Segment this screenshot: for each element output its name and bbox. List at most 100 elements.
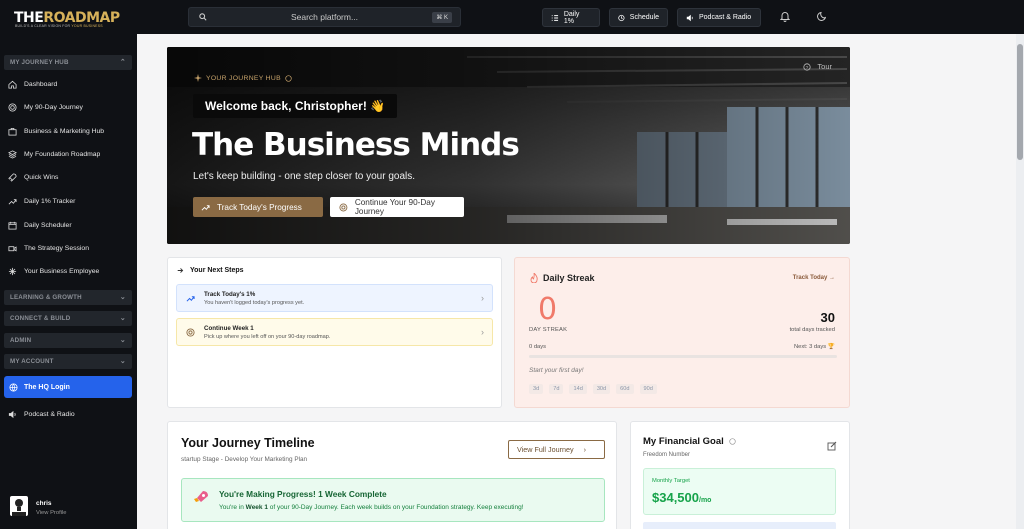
sidebar-item-daily-tracker[interactable]: Daily 1% Tracker: [8, 194, 132, 208]
view-full-journey-button[interactable]: View Full Journey ›: [508, 440, 605, 459]
streak-label: DAY STREAK: [529, 327, 568, 333]
hero-title: The Business Minds: [192, 127, 520, 163]
sidebar-item-dashboard[interactable]: Dashboard: [8, 77, 132, 91]
monthly-target-label: Monthly Target: [652, 478, 690, 484]
track-today-link[interactable]: Track Today →: [793, 275, 835, 281]
track-progress-button[interactable]: Track Today's Progress: [193, 197, 323, 217]
monthly-target-box: Monthly Target $34,500/mo: [643, 468, 836, 515]
financial-goal-card: My Financial Goal Freedom Number Monthly…: [630, 421, 850, 529]
clock-icon: [618, 14, 625, 21]
hero-subtitle: Let's keep building - one step closer to…: [193, 171, 416, 182]
moon-icon[interactable]: [817, 11, 827, 21]
sidebar-item-hq-login[interactable]: The HQ Login: [4, 376, 132, 398]
progress-banner: You're Making Progress! 1 Week Complete …: [181, 478, 605, 522]
sparkle-icon: [194, 74, 202, 82]
help-circle-icon[interactable]: [285, 74, 292, 82]
section-label: MY JOURNEY HUB: [10, 59, 69, 66]
next-step-continue-week[interactable]: Continue Week 1 Pick up where you left o…: [176, 318, 493, 346]
briefcase-icon: [8, 127, 17, 136]
tour-button[interactable]: ? Tour: [803, 62, 832, 71]
milestone-pill: 30d: [592, 384, 611, 394]
target-icon: [8, 102, 17, 112]
current-week: Week 1: [245, 504, 268, 511]
next-step-track-today[interactable]: Track Today's 1% You haven't logged toda…: [176, 284, 493, 312]
search-bar[interactable]: ⌘ K: [188, 7, 461, 27]
schedule-label: Schedule: [629, 14, 659, 21]
podcast-radio-button[interactable]: Podcast & Radio: [677, 8, 761, 27]
profile-name: chris: [36, 500, 52, 507]
continue-journey-label: Continue Your 90-Day Journey: [354, 198, 435, 216]
arrow-right-icon: [177, 268, 184, 273]
trending-up-icon: [186, 296, 195, 302]
bell-icon[interactable]: [780, 11, 790, 22]
sparkle-icon: [8, 267, 17, 275]
section-label: MY ACCOUNT: [10, 358, 54, 365]
daily-tracker-button[interactable]: Daily 1%: [542, 8, 600, 27]
sidebar-item-business-employee[interactable]: Your Business Employee: [8, 264, 132, 278]
sidebar-section-learning-growth[interactable]: LEARNING & GROWTH ⌄: [4, 290, 132, 305]
streak-title: Daily Streak: [543, 273, 595, 283]
hero-kicker-label: YOUR JOURNEY HUB: [206, 74, 281, 82]
next-step-title: Track Today's 1%: [204, 291, 256, 298]
timeline-title: Your Journey Timeline: [181, 436, 315, 450]
top-bar: THEROADMAP BUILD'S A CLEAR VISION FOR YO…: [0, 0, 1024, 34]
flame-icon: [530, 273, 538, 283]
sidebar-section-journey-hub[interactable]: MY JOURNEY HUB ⌃: [4, 55, 132, 70]
milestone-pill: 60d: [616, 384, 634, 394]
brand-logo[interactable]: THEROADMAP BUILD'S A CLEAR VISION FOR YO…: [0, 0, 137, 34]
chevron-right-icon: ›: [583, 445, 587, 454]
streak-days-text: 0 days: [529, 344, 547, 350]
search-input[interactable]: [189, 12, 460, 22]
trending-up-icon: [8, 198, 17, 204]
chevron-right-icon: ›: [481, 327, 484, 337]
financial-goal-title: My Financial Goal: [643, 436, 724, 447]
page-scrollbar[interactable]: [1016, 34, 1024, 529]
timeline-subtitle: startup Stage - Develop Your Marketing P…: [181, 456, 308, 463]
sidebar-item-label: Your Business Employee: [24, 267, 100, 275]
continue-journey-button[interactable]: Continue Your 90-Day Journey: [330, 197, 464, 217]
search-shortcut: ⌘ K: [432, 12, 452, 23]
edit-icon[interactable]: [827, 441, 837, 451]
scrollbar-thumb[interactable]: [1017, 44, 1023, 160]
next-step-subtitle: Pick up where you left off on your 90-da…: [204, 334, 331, 340]
journey-timeline-card: Your Journey Timeline startup Stage - De…: [167, 421, 617, 529]
chevron-down-icon: ⌄: [119, 294, 126, 301]
sidebar-item-label: Dashboard: [24, 80, 58, 88]
sidebar-item-label: Daily Scheduler: [24, 221, 72, 229]
rocket-icon: [8, 172, 17, 182]
speaker-icon: [686, 14, 693, 21]
sidebar-item-strategy-session[interactable]: The Strategy Session: [8, 241, 132, 255]
sidebar-item-label: Podcast & Radio: [24, 410, 75, 418]
sidebar-item-business-marketing-hub[interactable]: Business & Marketing Hub: [8, 124, 132, 138]
daily-tracker-label: Daily 1%: [563, 10, 580, 25]
schedule-button[interactable]: Schedule: [609, 8, 668, 27]
sidebar-item-foundation-roadmap[interactable]: My Foundation Roadmap: [8, 147, 132, 161]
chevron-down-icon: ⌄: [119, 358, 126, 365]
daily-streak-card: Daily Streak Track Today → 0 DAY STREAK …: [514, 257, 850, 408]
user-profile[interactable]: chris View Profile: [10, 496, 67, 516]
sidebar-item-daily-scheduler[interactable]: Daily Scheduler: [8, 218, 132, 232]
sidebar-item-quick-wins[interactable]: Quick Wins: [8, 170, 132, 184]
progress-banner-title: You're Making Progress! 1 Week Complete: [219, 489, 387, 499]
sidebar-item-podcast-radio[interactable]: Podcast & Radio: [8, 407, 132, 421]
financial-progress-strip: [643, 522, 836, 529]
chevron-right-icon: ›: [481, 293, 484, 303]
speaker-icon: [8, 410, 16, 418]
help-circle-icon: ?: [803, 62, 812, 70]
section-label: CONNECT & BUILD: [10, 315, 71, 322]
sidebar-section-my-account[interactable]: MY ACCOUNT ⌄: [4, 354, 132, 369]
next-step-title: Continue Week 1: [204, 325, 254, 332]
logo-tagline-accent: YOUR BUSINESS: [71, 24, 103, 28]
next-step-subtitle: You haven't logged today's progress yet.: [204, 300, 305, 306]
list-check-icon: [551, 14, 559, 21]
total-days-label: total days tracked: [789, 327, 835, 333]
monthly-target-unit: /mo: [699, 497, 712, 504]
sidebar-section-admin[interactable]: ADMIN ⌄: [4, 333, 132, 348]
logo-tagline: BUILD'S A CLEAR VISION FOR: [15, 24, 72, 28]
help-circle-icon[interactable]: [729, 438, 736, 445]
view-profile-link[interactable]: View Profile: [36, 510, 67, 516]
video-icon: [8, 245, 17, 251]
sidebar-section-connect-build[interactable]: CONNECT & BUILD ⌄: [4, 311, 132, 326]
sidebar-item-90-day-journey[interactable]: My 90-Day Journey: [8, 100, 132, 114]
chevron-down-icon: ⌄: [119, 315, 126, 322]
